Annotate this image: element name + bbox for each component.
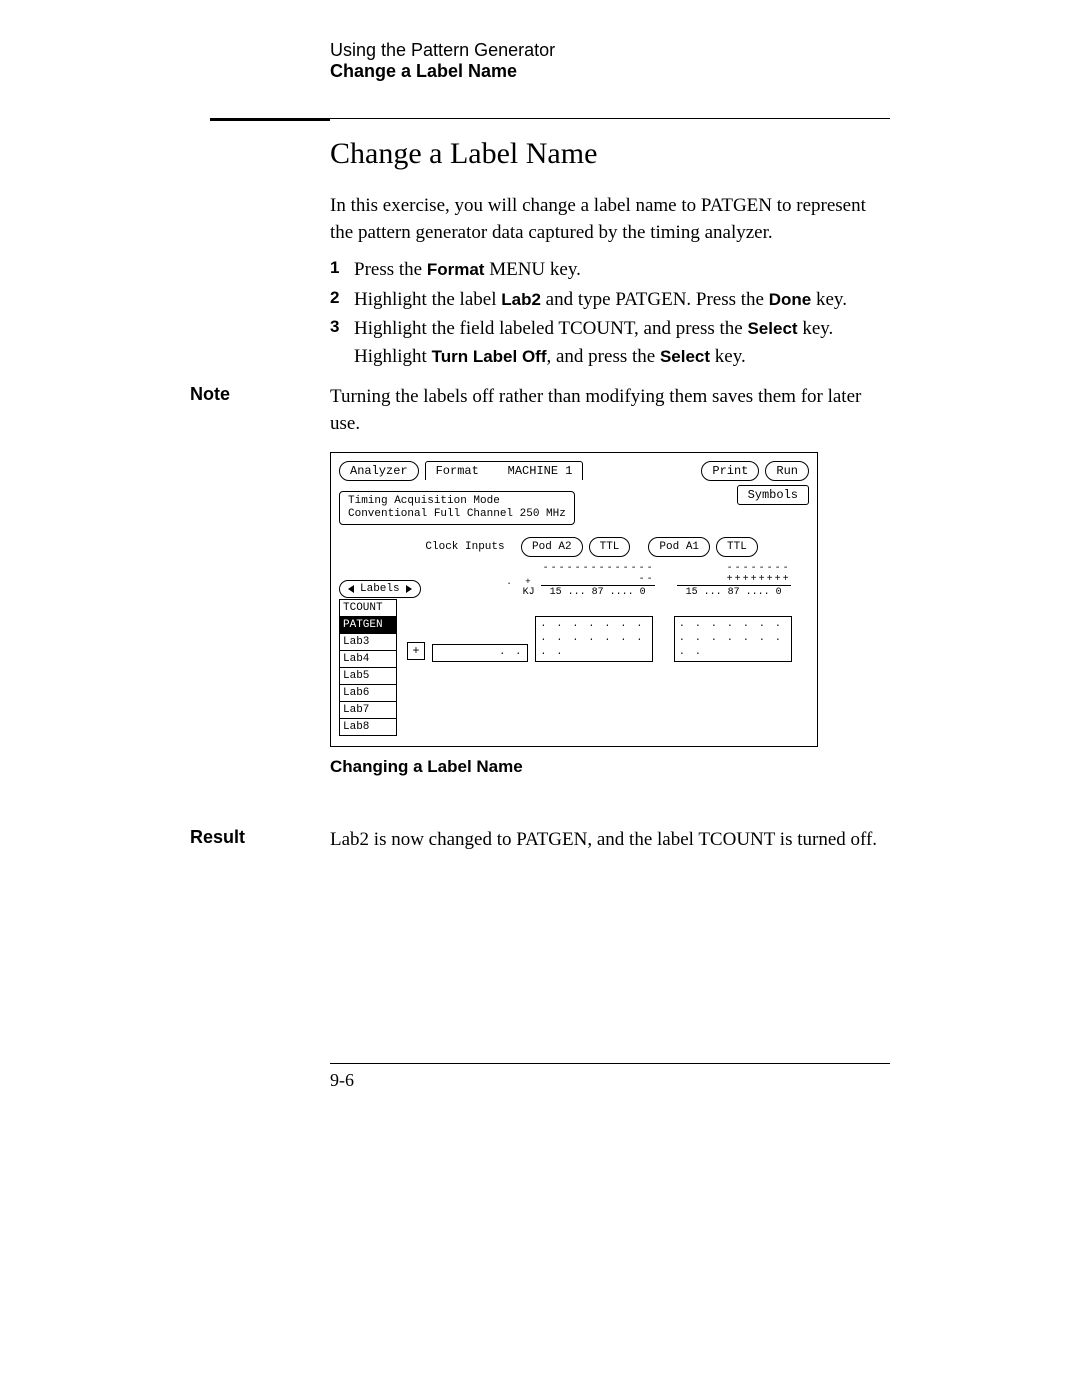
- ticks-a1: --------++++++++: [677, 563, 791, 585]
- acquisition-mode-box[interactable]: Timing Acquisition Mode Conventional Ful…: [339, 491, 575, 525]
- step-2-text-e: key.: [811, 289, 847, 310]
- step-1-text-c: MENU key.: [484, 259, 580, 280]
- chevron-right-icon: [406, 585, 412, 593]
- result-block: Result Lab2 is now changed to PATGEN, an…: [330, 827, 890, 854]
- note-text: Turning the labels off rather than modif…: [330, 384, 890, 437]
- pod-a2-button[interactable]: Pod A2: [521, 537, 583, 557]
- step-number: 1: [330, 256, 339, 281]
- keyword-lab2: Lab2: [501, 290, 541, 309]
- intro-paragraph: In this exercise, you will change a labe…: [330, 193, 890, 246]
- scale-a2: 15 ... 87 .... 0: [541, 585, 655, 598]
- label-cell-lab3[interactable]: Lab3: [339, 633, 397, 651]
- page-number: 9-6: [330, 1070, 890, 1091]
- running-head-chapter: Using the Pattern Generator: [330, 40, 890, 61]
- label-cell-lab4[interactable]: Lab4: [339, 650, 397, 668]
- body-column: Change a Label Name In this exercise, yo…: [330, 118, 890, 1064]
- keyword-select-2: Select: [660, 347, 710, 366]
- label-cell-tcount[interactable]: TCOUNT: [339, 599, 397, 617]
- result-text: Lab2 is now changed to PATGEN, and the l…: [330, 827, 890, 854]
- run-button[interactable]: Run: [765, 461, 809, 481]
- step-2-text-a: Highlight the label: [354, 289, 501, 310]
- polarity-cell[interactable]: +: [407, 642, 425, 660]
- instrument-screen: Analyzer Format MACHINE 1 Print Run Timi…: [330, 452, 818, 747]
- clock-assign-strip[interactable]: . .: [432, 644, 528, 662]
- instrument-screenshot: Analyzer Format MACHINE 1 Print Run Timi…: [330, 452, 890, 777]
- step-3-text-g: key.: [710, 346, 746, 367]
- pod-a2-scale: ---------------- 15 ... 87 .... 0: [541, 563, 655, 598]
- clock-inputs-label: Clock Inputs: [415, 541, 515, 553]
- label-cell-lab8[interactable]: Lab8: [339, 718, 397, 736]
- label-grid: TCOUNT PATGEN Lab3 Lab4 Lab5 Lab6 Lab7 L…: [339, 600, 809, 736]
- note-block: Note Turning the labels off rather than …: [330, 384, 890, 437]
- section-title: Change a Label Name: [330, 137, 890, 171]
- label-cell-lab7[interactable]: Lab7: [339, 701, 397, 719]
- label-cell-patgen[interactable]: PATGEN: [339, 616, 397, 634]
- pod-a2-assign-strip[interactable]: . . . . . . . . . . . . . . . .: [535, 616, 653, 662]
- screen-top-row: Analyzer Format MACHINE 1 Print Run: [339, 461, 809, 481]
- mode-line1: Timing Acquisition Mode: [348, 495, 566, 508]
- step-list: 1 Press the Format MENU key. 2 Highlight…: [330, 256, 890, 370]
- pod-a1-button[interactable]: Pod A1: [648, 537, 710, 557]
- pod-a1-assign-strip[interactable]: . . . . . . . . . . . . . . . .: [674, 616, 792, 662]
- kj-column: . + KJ: [427, 577, 535, 598]
- step-3: 3 Highlight the field labeled TCOUNT, an…: [330, 315, 890, 370]
- step-3-text-e: , and press the: [547, 346, 660, 367]
- step-1: 1 Press the Format MENU key.: [330, 256, 890, 284]
- step-2: 2 Highlight the label Lab2 and type PATG…: [330, 286, 890, 314]
- step-1-text-a: Press the: [354, 259, 427, 280]
- analyzer-button[interactable]: Analyzer: [339, 461, 419, 481]
- rule-top: [330, 118, 890, 119]
- labels-scroll-button[interactable]: Labels: [339, 580, 421, 598]
- rule-left-stub: [210, 118, 330, 121]
- ttl-a2-button[interactable]: TTL: [589, 537, 631, 557]
- running-head-section: Change a Label Name: [330, 61, 890, 82]
- machine-name: MACHINE 1: [508, 464, 573, 478]
- labels-and-scale-row: Labels . + KJ ---------------- 15 ... 87…: [339, 563, 809, 598]
- note-label: Note: [190, 384, 330, 437]
- keyword-format: Format: [427, 260, 485, 279]
- print-button[interactable]: Print: [701, 461, 759, 481]
- step-number: 3: [330, 315, 339, 340]
- figure-caption: Changing a Label Name: [330, 757, 890, 777]
- labels-text: Labels: [360, 583, 400, 595]
- keyword-done: Done: [769, 290, 812, 309]
- patgen-data-row: + . . . . . . . . . . . . . . . . . . . …: [407, 600, 792, 662]
- footer-rule: [330, 1063, 890, 1064]
- ttl-a1-button[interactable]: TTL: [716, 537, 758, 557]
- manual-page: Using the Pattern Generator Change a Lab…: [0, 0, 1080, 1397]
- mode-line2: Conventional Full Channel 250 MHz: [348, 508, 566, 521]
- step-number: 2: [330, 286, 339, 311]
- step-2-text-c: and type PATGEN. Press the: [541, 289, 769, 310]
- scale-a1: 15 ... 87 .... 0: [677, 585, 791, 598]
- pod-header-row: Clock Inputs Pod A2 TTL Pod A1 TTL: [339, 537, 809, 557]
- ticks-a2: ----------------: [541, 563, 655, 585]
- keyword-select-1: Select: [747, 319, 797, 338]
- pod-a1-scale: --------++++++++ 15 ... 87 .... 0: [677, 563, 791, 598]
- label-name-column: TCOUNT PATGEN Lab3 Lab4 Lab5 Lab6 Lab7 L…: [339, 600, 397, 736]
- keyword-turn-label-off: Turn Label Off: [432, 347, 547, 366]
- result-label: Result: [190, 827, 330, 854]
- format-tab[interactable]: Format MACHINE 1: [425, 461, 584, 480]
- format-tab-label: Format: [436, 464, 479, 478]
- label-cell-lab6[interactable]: Lab6: [339, 684, 397, 702]
- label-cell-lab5[interactable]: Lab5: [339, 667, 397, 685]
- running-head: Using the Pattern Generator Change a Lab…: [330, 40, 890, 82]
- step-3-text-a: Highlight the field labeled TCOUNT, and …: [354, 318, 747, 339]
- chevron-left-icon: [348, 585, 354, 593]
- symbols-button[interactable]: Symbols: [737, 485, 809, 505]
- kj-label: KJ: [427, 587, 535, 598]
- screen-mode-row: Timing Acquisition Mode Conventional Ful…: [339, 485, 809, 525]
